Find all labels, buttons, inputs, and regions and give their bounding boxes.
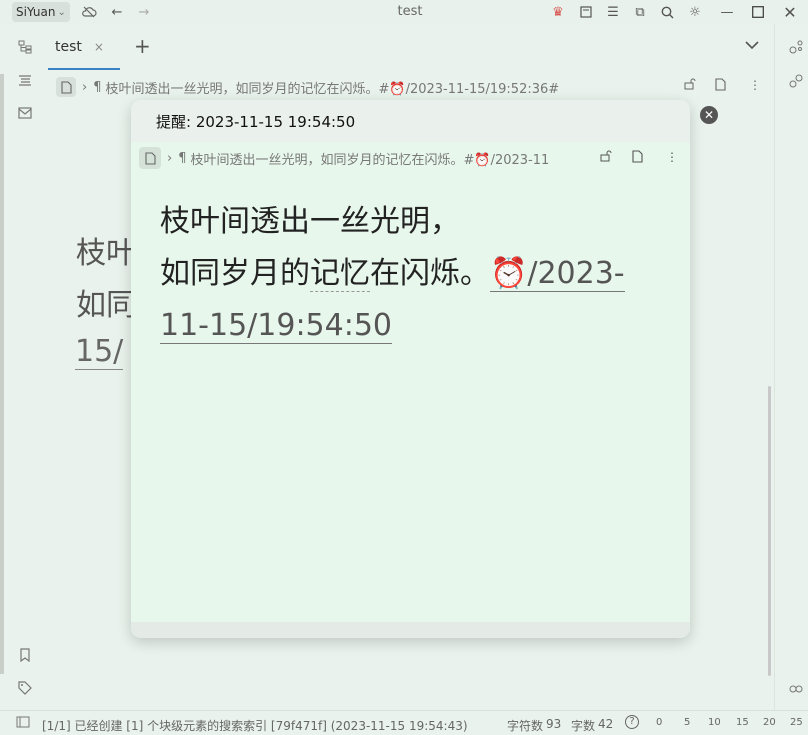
document-icon[interactable] bbox=[139, 147, 161, 169]
content-line-2: 如同岁月的记忆在闪烁。⏰/2023- bbox=[160, 248, 670, 300]
outline-icon[interactable] bbox=[16, 72, 34, 90]
inbox-icon[interactable] bbox=[16, 104, 34, 122]
add-tab-button[interactable]: + bbox=[134, 36, 151, 56]
content-text: 在闪烁。 bbox=[370, 256, 490, 291]
right-dock bbox=[774, 24, 808, 710]
ruler-tick: 20 bbox=[763, 717, 776, 728]
background-text-line: 枝叶 bbox=[76, 236, 136, 271]
word-count-label: 字数 bbox=[571, 719, 596, 733]
file-tree-icon[interactable] bbox=[16, 38, 34, 56]
chevron-down-icon[interactable] bbox=[745, 38, 759, 54]
content-line-1: 枝叶间透出一丝光明， bbox=[160, 204, 460, 239]
tab-test[interactable]: test × bbox=[48, 24, 120, 70]
breadcrumb: › ¶ 枝叶间透出一丝光明，如同岁月的记忆在闪烁。#⏰/2023-11-15/1… bbox=[56, 76, 559, 98]
popover-title: 提醒: 2023-11-15 19:54:50 bbox=[156, 113, 356, 131]
forward-arrow-icon[interactable]: → bbox=[135, 3, 153, 21]
backlink-icon[interactable] bbox=[787, 680, 805, 698]
more-icon[interactable]: ⋮ bbox=[749, 78, 761, 92]
left-dock bbox=[0, 24, 48, 710]
content-underlined-text[interactable]: 记忆 bbox=[310, 256, 370, 292]
menu-icon[interactable]: ☰ bbox=[604, 3, 622, 21]
more-icon[interactable]: ⋮ bbox=[666, 150, 678, 164]
app-menu-button[interactable]: SiYuan ⌄ bbox=[12, 2, 70, 22]
ruler-tick: 15 bbox=[736, 717, 749, 728]
close-icon[interactable]: ✕ bbox=[781, 3, 799, 22]
window-title: test bbox=[397, 4, 423, 19]
word-count: 42 bbox=[598, 717, 614, 731]
popover-breadcrumb: › ¶ 枝叶间透出一丝光明，如同岁月的记忆在闪烁。#⏰/2023-11 bbox=[139, 146, 589, 170]
dock-toggle-icon[interactable] bbox=[16, 716, 30, 731]
content-text: 如同岁月的 bbox=[160, 256, 310, 291]
unlock-icon[interactable] bbox=[600, 150, 612, 165]
reminder-tag[interactable]: ⏰/2023- bbox=[490, 256, 625, 292]
status-message: [1/1] 已经创建 [1] 个块级元素的搜索索引 [79f471f] (202… bbox=[42, 719, 468, 733]
ruler-tick: 5 bbox=[684, 717, 691, 728]
popover-content[interactable]: 枝叶间透出一丝光明， 如同岁月的记忆在闪烁。⏰/2023- 11-15/19:5… bbox=[160, 196, 670, 352]
plugin-icon[interactable]: ⧉ bbox=[631, 3, 649, 21]
popover-header[interactable]: 提醒: 2023-11-15 19:54:50 bbox=[131, 100, 690, 142]
tab-bar: test × + bbox=[48, 24, 774, 70]
paragraph-icon: ¶ bbox=[93, 79, 102, 95]
chevron-down-icon: ⌄ bbox=[57, 6, 66, 18]
char-count: 93 bbox=[546, 717, 562, 731]
status-bar: [1/1] 已经创建 [1] 个块级元素的搜索索引 [79f471f] (202… bbox=[0, 710, 808, 735]
left-edge bbox=[0, 74, 4, 674]
cloud-sync-icon[interactable] bbox=[80, 3, 98, 21]
help-icon[interactable]: ? bbox=[625, 715, 639, 729]
document-icon[interactable] bbox=[715, 78, 726, 94]
title-bar: SiYuan ⌄ ← → test ♛ ☰ ⧉ ☼ — ✕ bbox=[0, 0, 808, 24]
reminder-tag[interactable]: 11-15/19:54:50 bbox=[160, 308, 393, 344]
paragraph-icon: ¶ bbox=[178, 150, 187, 166]
minimize-icon[interactable]: — bbox=[718, 3, 736, 21]
ruler-tick: 25 bbox=[790, 717, 803, 728]
breadcrumb-text[interactable]: 枝叶间透出一丝光明，如同岁月的记忆在闪烁。#⏰/2023-11 bbox=[190, 149, 549, 168]
app-name: SiYuan bbox=[16, 5, 56, 19]
char-count-label: 字符数 bbox=[507, 719, 544, 733]
content-line-3: 11-15/19:54:50 bbox=[160, 300, 670, 352]
background-text-line: 15/ bbox=[75, 334, 124, 370]
unlock-icon[interactable] bbox=[684, 78, 696, 93]
theme-icon[interactable]: ☼ bbox=[686, 3, 704, 21]
search-icon[interactable] bbox=[658, 3, 676, 21]
graph-icon[interactable] bbox=[787, 38, 805, 56]
back-arrow-icon[interactable]: ← bbox=[108, 3, 126, 21]
document-icon[interactable] bbox=[632, 150, 643, 166]
breadcrumb-chevron-icon: › bbox=[167, 150, 173, 166]
ruler-tick: 0 bbox=[656, 717, 663, 728]
popover-footer bbox=[131, 622, 690, 638]
tab-close-icon[interactable]: × bbox=[94, 40, 104, 54]
bookmark-icon[interactable] bbox=[16, 646, 34, 664]
document-icon[interactable] bbox=[56, 77, 76, 97]
close-popover-icon[interactable]: ✕ bbox=[700, 106, 718, 124]
global-graph-icon[interactable] bbox=[787, 72, 805, 90]
maximize-icon[interactable] bbox=[749, 3, 767, 21]
ruler-tick: 10 bbox=[708, 717, 721, 728]
editor-scrollbar[interactable] bbox=[768, 386, 771, 676]
tab-label: test bbox=[55, 39, 82, 55]
tag-icon[interactable] bbox=[16, 679, 34, 697]
readonly-icon[interactable] bbox=[577, 3, 595, 21]
background-text-line: 如同 bbox=[76, 288, 136, 323]
breadcrumb-text[interactable]: 枝叶间透出一丝光明，如同岁月的记忆在闪烁。#⏰/2023-11-15/19:52… bbox=[105, 78, 559, 97]
reminder-popover[interactable]: 提醒: 2023-11-15 19:54:50 › ¶ 枝叶间透出一丝光明，如同… bbox=[131, 100, 690, 638]
breadcrumb-chevron-icon: › bbox=[82, 79, 88, 95]
crown-icon[interactable]: ♛ bbox=[549, 3, 567, 21]
